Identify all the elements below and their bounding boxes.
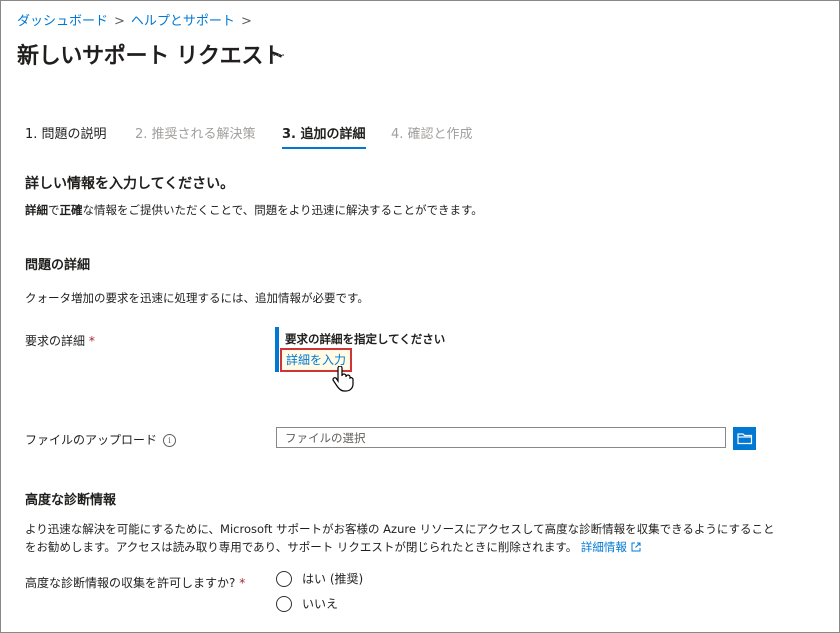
request-details-label: 要求の詳細 * (25, 334, 95, 348)
breadcrumb-separator: > (114, 14, 125, 29)
info-icon[interactable]: i (163, 434, 177, 447)
breadcrumb-help-support[interactable]: ヘルプとサポート (131, 10, 235, 29)
problem-details-heading: 問題の詳細 (25, 258, 91, 273)
tab-additional-details[interactable]: 3. 追加の詳細 (282, 123, 366, 149)
problem-details-description: クォータ増加の要求を迅速に処理するには、追加情報が必要です。 (25, 291, 369, 305)
learn-more-link[interactable]: 詳細情報 (581, 540, 641, 554)
advanced-diagnostics-description: より迅速な解決を可能にするために、Microsoft サポートがお客様の Azu… (25, 522, 775, 554)
hand-cursor-icon (332, 366, 354, 392)
radio-button[interactable] (276, 595, 292, 612)
more-options-button[interactable]: ... (272, 44, 285, 60)
radio-button[interactable] (276, 570, 292, 587)
advanced-diagnostics-heading: 高度な診断情報 (25, 493, 117, 508)
collect-diagnostics-question: 高度な診断情報の収集を許可しますか? * (25, 576, 246, 590)
main-heading: 詳しい情報を入力してください。 (25, 176, 235, 192)
folder-browse-button[interactable] (733, 427, 756, 450)
tab-recommended-solutions: 2. 推奨される解決策 (135, 127, 256, 142)
intro-text: 詳細で正確な情報をご提供いただくことで、問題をより迅速に解決することができます。 (25, 203, 483, 217)
external-link-icon (631, 542, 641, 552)
tab-review-create: 4. 確認と作成 (391, 127, 473, 142)
request-details-prompt: 要求の詳細を指定してください (285, 332, 446, 346)
radio-option-no[interactable]: いいえ (276, 595, 338, 612)
tab-problem-description[interactable]: 1. 問題の説明 (25, 123, 107, 148)
request-details-bar (275, 327, 279, 372)
file-select-input[interactable]: ファイルの選択 (276, 427, 726, 448)
radio-option-yes[interactable]: はい (推奨) (276, 570, 363, 587)
page-title: 新しいサポート リクエスト (17, 44, 285, 69)
folder-icon (737, 433, 753, 445)
breadcrumb: ダッシュボード > ヘルプとサポート > (17, 10, 258, 29)
breadcrumb-separator: > (240, 14, 252, 29)
file-upload-label: ファイルのアップロード i (25, 431, 177, 448)
breadcrumb-dashboard[interactable]: ダッシュボード (17, 10, 108, 29)
